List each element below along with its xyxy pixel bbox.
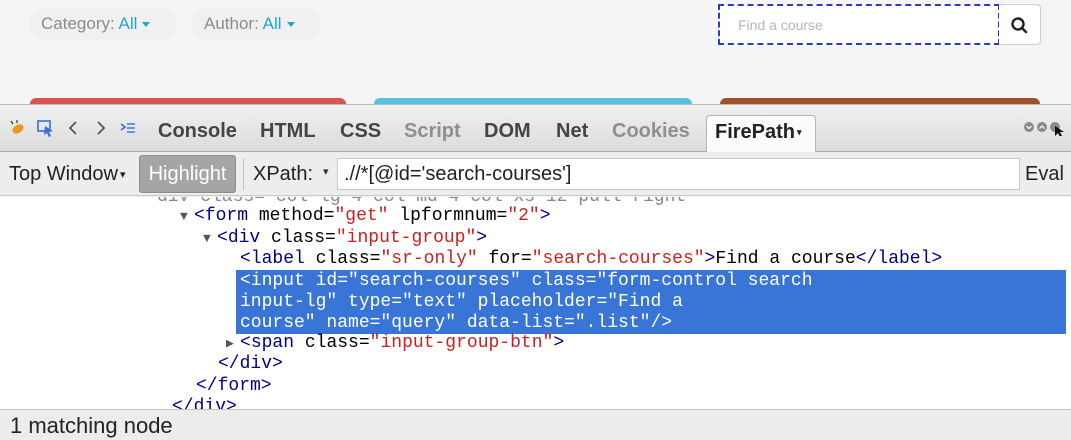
selected-line: <input id="search-courses" class="form-c… bbox=[240, 271, 813, 291]
web-page-area: Category: All Author: All bbox=[0, 0, 1071, 112]
xpath-type-dropdown[interactable]: ▾ bbox=[323, 165, 329, 178]
search-icon bbox=[1011, 17, 1028, 34]
selected-line: input-lg" type="text" placeholder="Find … bbox=[240, 292, 683, 312]
tree-close-clipped: </div> bbox=[172, 397, 237, 409]
expanded-twisty-icon[interactable]: ▼ bbox=[180, 206, 194, 227]
firebug-toolbar: Console HTML CSS Script DOM Net Cookies … bbox=[0, 104, 1071, 154]
inspect-icon[interactable] bbox=[36, 118, 56, 138]
command-line-icon[interactable] bbox=[118, 118, 138, 138]
chevron-down-icon: ▾ bbox=[119, 169, 126, 182]
author-filter[interactable]: Author: All bbox=[192, 8, 320, 40]
tab-css[interactable]: CSS bbox=[340, 120, 381, 143]
category-filter-value[interactable]: All bbox=[119, 14, 138, 33]
status-bar: 1 matching node bbox=[0, 409, 1071, 440]
tab-script[interactable]: Script bbox=[404, 120, 461, 143]
author-filter-value[interactable]: All bbox=[263, 14, 282, 33]
xpath-label: XPath: bbox=[253, 163, 314, 185]
xpath-bar: Top Window▾ Highlight XPath: ▾ Eval bbox=[0, 152, 1071, 196]
selected-tree-node-input[interactable]: <input id="search-courses" class="form-c… bbox=[236, 270, 1066, 334]
chevron-down-icon: ▾ bbox=[797, 127, 802, 138]
tab-firepath[interactable]: FirePath ▾ bbox=[706, 115, 816, 154]
window-controls[interactable] bbox=[1022, 120, 1066, 136]
search-button[interactable] bbox=[999, 4, 1041, 45]
tab-console[interactable]: Console bbox=[158, 120, 237, 143]
tree-close-form: </form> bbox=[196, 376, 272, 396]
course-search bbox=[718, 4, 1041, 45]
tab-dom[interactable]: DOM bbox=[484, 120, 531, 143]
chevron-down-icon bbox=[286, 22, 295, 28]
tab-firepath-label: FirePath bbox=[715, 121, 796, 143]
divider bbox=[243, 158, 244, 190]
tree-node-form[interactable]: ▼ <form method="get" lpformnum="2"> bbox=[180, 206, 551, 227]
tab-cookies[interactable]: Cookies bbox=[612, 120, 690, 143]
selected-line: course" name="query" data-list=".list"/> bbox=[240, 313, 673, 333]
top-window-label: Top Window bbox=[9, 163, 118, 185]
forward-icon[interactable] bbox=[90, 118, 110, 138]
chevron-down-icon bbox=[142, 22, 151, 28]
category-filter[interactable]: Category: All bbox=[29, 8, 177, 40]
search-input[interactable] bbox=[718, 4, 1000, 45]
expanded-twisty-icon[interactable]: ▼ bbox=[203, 228, 217, 249]
xpath-input[interactable] bbox=[337, 158, 1020, 190]
tree-close-div: </div> bbox=[218, 354, 283, 374]
tab-net[interactable]: Net bbox=[556, 120, 588, 143]
tree-node-span[interactable]: ▶ <span class="input-group-btn"> bbox=[226, 333, 564, 354]
tree-node-label[interactable]: <label class="sr-only" for="search-cours… bbox=[240, 249, 942, 270]
tree-node-div[interactable]: ▼ <div class="input-group"> bbox=[203, 228, 487, 249]
collapsed-twisty-icon[interactable]: ▶ bbox=[226, 333, 240, 354]
author-filter-label: Author: bbox=[204, 14, 259, 33]
top-window-dropdown[interactable]: Top Window ▾ bbox=[9, 163, 125, 186]
highlight-button[interactable]: Highlight bbox=[139, 155, 236, 193]
html-tree-panel: div class="col-lg-4 col-md-4 col-xs-12 p… bbox=[0, 197, 1071, 409]
tab-html[interactable]: HTML bbox=[260, 120, 316, 143]
eval-button[interactable]: Eval bbox=[1025, 163, 1064, 186]
back-icon[interactable] bbox=[64, 118, 84, 138]
category-filter-label: Category: bbox=[41, 14, 115, 33]
firebug-icon[interactable] bbox=[8, 118, 28, 138]
